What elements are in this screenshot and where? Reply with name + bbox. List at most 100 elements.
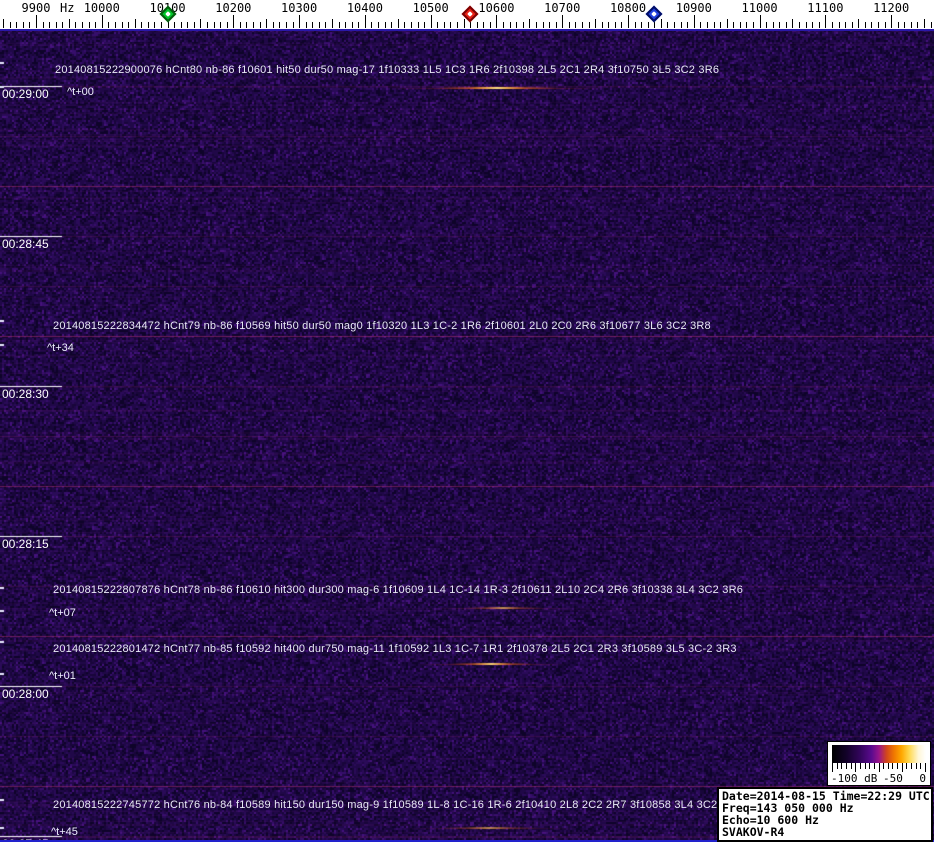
ruler-tick bbox=[615, 22, 616, 28]
ruler-tick bbox=[825, 15, 826, 28]
ruler-label: 10200 bbox=[215, 1, 252, 15]
station-info-box: Date=2014-08-15 Time=22:29 UTC Freq=143 … bbox=[717, 787, 933, 842]
time-label: 00:28:15 bbox=[2, 537, 49, 551]
ruler-tick bbox=[240, 22, 241, 28]
detection-annotation: 20140815222834472 hCnt79 nb-86 f10569 hi… bbox=[53, 320, 711, 332]
ruler-tick bbox=[95, 22, 96, 28]
ruler-tick bbox=[931, 22, 932, 28]
ruler-tick bbox=[108, 22, 109, 28]
time-offset-marker: ^t+07 bbox=[49, 607, 76, 619]
ruler-label: 11200 bbox=[873, 1, 910, 15]
time-label: 00:28:45 bbox=[2, 237, 49, 251]
ruler-tick bbox=[246, 22, 247, 28]
ruler-tick bbox=[102, 15, 103, 28]
ruler-label: 9900 bbox=[21, 1, 51, 15]
ruler-tick bbox=[266, 19, 267, 28]
color-scale-min-label: -100 dB bbox=[831, 772, 878, 785]
ruler-tick bbox=[115, 22, 116, 28]
ruler-tick bbox=[523, 22, 524, 28]
ruler-tick bbox=[753, 22, 754, 28]
ruler-label: 10600 bbox=[478, 1, 515, 15]
ruler-tick bbox=[424, 22, 425, 28]
color-scale-tick bbox=[906, 763, 907, 769]
ruler-tick bbox=[214, 22, 215, 28]
ruler-tick bbox=[806, 22, 807, 28]
ruler-tick bbox=[792, 19, 793, 28]
color-scale-tick bbox=[897, 763, 898, 769]
ruler-tick bbox=[799, 22, 800, 28]
ruler-tick bbox=[141, 22, 142, 28]
ruler-tick bbox=[766, 22, 767, 28]
meteor-spectrogram-app: Hz 9900100001010010200103001040010500106… bbox=[0, 0, 934, 842]
ruler-tick bbox=[194, 22, 195, 28]
ruler-tick bbox=[924, 19, 925, 28]
ruler-tick bbox=[483, 22, 484, 28]
ruler-tick bbox=[10, 22, 11, 28]
color-scale-tick bbox=[869, 763, 870, 769]
ruler-tick bbox=[154, 22, 155, 28]
ruler-tick bbox=[490, 22, 491, 28]
ruler-tick bbox=[496, 15, 497, 28]
ruler-tick bbox=[885, 22, 886, 28]
time-offset-marker: ^t+45 bbox=[51, 826, 78, 838]
ruler-tick bbox=[286, 22, 287, 28]
ruler-tick bbox=[819, 22, 820, 28]
ruler-tick bbox=[385, 22, 386, 28]
color-scale-tick bbox=[841, 763, 842, 769]
ruler-tick bbox=[358, 22, 359, 28]
ruler-tick bbox=[312, 22, 313, 28]
ruler-tick bbox=[36, 15, 37, 28]
ruler-tick bbox=[773, 22, 774, 28]
ruler-tick bbox=[253, 22, 254, 28]
color-scale-tick bbox=[916, 763, 917, 769]
color-scale-tick bbox=[846, 763, 847, 769]
ruler-tick bbox=[839, 22, 840, 28]
ruler-tick bbox=[319, 22, 320, 28]
ruler-tick bbox=[16, 22, 17, 28]
ruler-tick bbox=[602, 22, 603, 28]
ruler-tick bbox=[503, 22, 504, 28]
ruler-tick bbox=[464, 19, 465, 28]
ruler-tick bbox=[904, 22, 905, 28]
ruler-tick bbox=[707, 22, 708, 28]
ruler-tick bbox=[174, 22, 175, 28]
frequency-ruler: Hz 9900100001010010200103001040010500106… bbox=[0, 0, 934, 29]
color-scale-tick bbox=[832, 763, 833, 772]
ruler-tick bbox=[273, 22, 274, 28]
ruler-tick bbox=[279, 22, 280, 28]
ruler-tick bbox=[543, 22, 544, 28]
ruler-tick bbox=[49, 22, 50, 28]
ruler-tick bbox=[233, 15, 234, 28]
ruler-tick bbox=[733, 22, 734, 28]
ruler-label: 10000 bbox=[83, 1, 120, 15]
ruler-tick bbox=[404, 22, 405, 28]
ruler-tick bbox=[700, 22, 701, 28]
detection-annotation: 20140815222900076 hCnt80 nb-86 f10601 hi… bbox=[55, 64, 720, 76]
ruler-tick bbox=[556, 22, 557, 28]
ruler-tick bbox=[760, 15, 761, 28]
ruler-unit-label: Hz bbox=[60, 1, 75, 15]
ruler-tick bbox=[917, 22, 918, 28]
ruler-tick bbox=[200, 19, 201, 28]
ruler-tick bbox=[641, 22, 642, 28]
ruler-tick bbox=[516, 22, 517, 28]
ruler-tick bbox=[3, 19, 4, 28]
ruler-label: 10700 bbox=[544, 1, 581, 15]
ruler-tick bbox=[62, 22, 63, 28]
ruler-tick bbox=[898, 22, 899, 28]
ruler-tick bbox=[89, 22, 90, 28]
ruler-tick bbox=[444, 22, 445, 28]
ruler-label: 10800 bbox=[609, 1, 647, 15]
ruler-tick bbox=[654, 22, 655, 28]
ruler-tick bbox=[648, 22, 649, 28]
ruler-tick bbox=[122, 22, 123, 28]
ruler-tick bbox=[181, 22, 182, 28]
color-scale-tick bbox=[860, 763, 861, 769]
ruler-tick bbox=[562, 15, 563, 28]
ruler-tick bbox=[128, 22, 129, 28]
ruler-tick bbox=[431, 15, 432, 28]
ruler-tick bbox=[661, 19, 662, 28]
spectrogram-overlay: 00:29:00 00:28:45 00:28:30 00:28:15 00:28:00… bbox=[0, 0, 934, 842]
ruler-tick bbox=[865, 22, 866, 28]
ruler-tick bbox=[582, 22, 583, 28]
